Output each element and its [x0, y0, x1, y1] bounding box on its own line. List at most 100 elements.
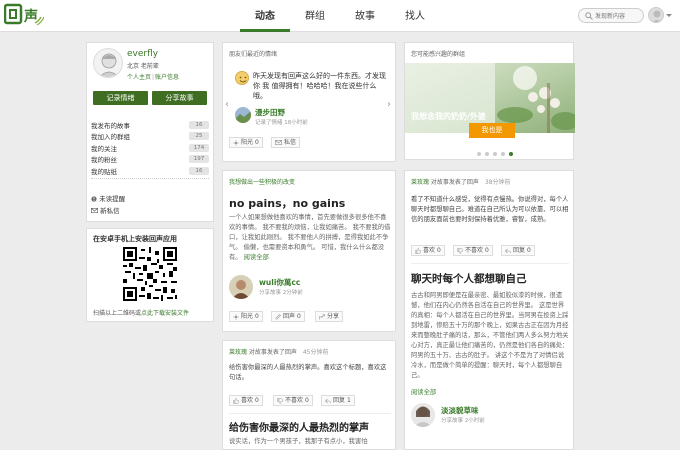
- section-title: 朋友们最近的情绪: [229, 51, 278, 58]
- carousel-dot[interactable]: [501, 152, 505, 156]
- divider: [411, 263, 569, 264]
- profile-avatar[interactable]: [93, 48, 123, 78]
- feed-header: 莱玫瑰 对故事发表了回声 38分钟前: [411, 179, 511, 186]
- dislike-button[interactable]: 不喜欢 0: [273, 395, 313, 406]
- smile-emoji-icon: [235, 71, 249, 85]
- user-avatar[interactable]: [648, 7, 664, 23]
- chat-story-card: 莱玫瑰 对故事发表了回声 38分钟前 看了不知道什么感受，觉得有点慢热。你说得对…: [404, 170, 574, 450]
- author-name[interactable]: 漫步田野: [255, 107, 285, 118]
- account-info-link[interactable]: 账户信息: [155, 74, 179, 81]
- stat-row-stickers[interactable]: 我的贴纸 16: [91, 165, 209, 177]
- qr-code-image: [123, 247, 177, 301]
- author-name[interactable]: 淡淡貌草味: [441, 405, 479, 416]
- pencil-icon: [275, 313, 281, 319]
- profile-stats: 我发布的故事 16 我加入的群组 25 我的关注 174 我的粉丝 197 我的贴纸 16: [91, 119, 209, 177]
- post-title[interactable]: 给伤害你最深的人最热烈的掌声: [229, 419, 369, 434]
- profile-name[interactable]: everfly: [127, 49, 158, 59]
- carousel-dot[interactable]: [485, 152, 489, 156]
- share-button[interactable]: 分享: [315, 311, 344, 322]
- like-button[interactable]: 喜欢 0: [411, 245, 445, 256]
- new-message-link[interactable]: 新私信: [90, 205, 209, 215]
- sun-button[interactable]: 阳光 0: [229, 137, 263, 148]
- share-story-button[interactable]: 分享故事: [152, 91, 207, 105]
- app-download-card: 在安卓手机上安装回声应用 扫描以上二维码或点此下载安装文件: [86, 228, 214, 322]
- read-more-link[interactable]: 阅读全部: [411, 387, 436, 396]
- search-box[interactable]: [578, 8, 644, 23]
- main-nav: 动态 群组 故事 找人: [240, 0, 440, 32]
- carousel-dots: [477, 152, 513, 156]
- stat-row-groups[interactable]: 我加入的群组 25: [91, 131, 209, 143]
- reply-icon: [325, 398, 331, 403]
- post-body: 说实话，作为一个男孩子，我那子有点小，我害怕: [229, 438, 368, 445]
- profile-location: 北京 老前辈: [127, 63, 159, 70]
- post-title[interactable]: no pains，no gains: [229, 195, 345, 211]
- join-group-button[interactable]: 我也是: [469, 123, 515, 138]
- carousel-dot[interactable]: [477, 152, 481, 156]
- thumbs-up-icon: [415, 247, 421, 254]
- post-meta: 分享故事 2小时前: [441, 418, 485, 424]
- chevron-left-icon[interactable]: ‹: [225, 99, 229, 110]
- share-icon: [319, 313, 325, 319]
- private-message-button[interactable]: 私信: [271, 137, 301, 148]
- comment-text: 给伤害你最深的人最热烈的掌声。喜欢这个标题，喜欢这句话。: [229, 364, 387, 381]
- nav-tab-groups[interactable]: 群组: [290, 0, 340, 32]
- record-mood-button[interactable]: 记录情绪: [93, 91, 148, 105]
- reply-button[interactable]: 回复 1: [321, 395, 355, 406]
- feed-header: 莱玫瑰 对故事发表了回声 45分钟前: [229, 349, 329, 356]
- huisheng-logo[interactable]: 声: [3, 3, 45, 27]
- nav-tab-stories[interactable]: 故事: [340, 0, 390, 32]
- dislike-button[interactable]: 不喜欢 0: [453, 245, 493, 256]
- reply-button[interactable]: 回复 0: [501, 245, 535, 256]
- post-body: 一个人如果想做他喜欢的事情，首先要做很多很多他不喜欢的事情。 我不要我的烦恼，让…: [229, 214, 391, 261]
- chevron-right-icon[interactable]: ›: [387, 99, 391, 110]
- nav-tab-find-people[interactable]: 找人: [390, 0, 440, 32]
- sun-button[interactable]: 阳光 0: [229, 311, 263, 322]
- divider: [91, 178, 209, 179]
- chevron-down-icon[interactable]: [666, 14, 672, 17]
- like-button[interactable]: 喜欢 0: [229, 395, 263, 406]
- search-input[interactable]: [595, 11, 641, 21]
- download-link[interactable]: 点此下载安装文件: [141, 310, 189, 317]
- reply-icon: [505, 248, 511, 253]
- sun-icon: [233, 313, 239, 320]
- section-title[interactable]: 我想做出一些积极的改变: [229, 177, 295, 186]
- post-meta: 记录了情绪 18小时前: [255, 120, 308, 126]
- stat-row-stories[interactable]: 我发布的故事 16: [91, 119, 209, 131]
- avatar[interactable]: [411, 403, 435, 427]
- carousel-dot-active[interactable]: [509, 152, 513, 156]
- read-more-link[interactable]: 阅读全部: [244, 254, 269, 261]
- mail-icon: [90, 207, 99, 214]
- story-card: 我想做出一些积极的改变 no pains，no gains 一个人如果想做他喜欢…: [222, 170, 396, 332]
- group-banner-title[interactable]: 我想念我的奶奶/外婆: [411, 111, 486, 122]
- search-icon: [585, 12, 593, 20]
- avatar[interactable]: [235, 107, 251, 123]
- story-echo-card: 莱玫瑰 对故事发表了回声 45分钟前 给伤害你最深的人最热烈的掌声。喜欢这个标题…: [222, 340, 396, 450]
- app-download-caption: 扫描以上二维码或点此下载安装文件: [93, 310, 190, 317]
- carousel-dot[interactable]: [493, 152, 497, 156]
- post-body: 古古和阿男即便是在最亲密、最如胶似漆的时候，很遗憾，他们在内心仍然各自活在自己的…: [411, 292, 569, 379]
- stat-row-following[interactable]: 我的关注 174: [91, 142, 209, 154]
- profile-home-link[interactable]: 个人主页: [127, 74, 151, 81]
- unread-notice-link[interactable]: 未读提醒: [91, 193, 209, 203]
- post-meta: 分享故事 2分钟前: [259, 290, 303, 296]
- alert-icon: [91, 196, 97, 202]
- avatar[interactable]: [229, 275, 253, 299]
- post-title[interactable]: 聊天时每个人都想聊自己: [411, 271, 527, 286]
- author-name[interactable]: wuli你萬cc: [259, 277, 300, 288]
- stat-row-followers[interactable]: 我的粉丝 197: [91, 154, 209, 166]
- section-title: 您可能感兴趣的群组: [411, 51, 466, 58]
- user-link[interactable]: 莱玫瑰: [411, 179, 429, 186]
- profile-links: 个人主页|账户信息: [127, 74, 180, 81]
- comment-text: 看了不知道什么感受，觉得有点慢热。你说得对，每个人聊天时都想聊自己。难道在自己所…: [411, 196, 569, 223]
- group-recommend-card: 您可能感兴趣的群组 我想念我的奶奶/外婆 我也是: [404, 42, 575, 160]
- mood-text: 昨天发现有回声这么好的一件东西。才发现你 我 值得拥有！哈哈哈！我在说些什么哦。: [253, 72, 386, 100]
- thumbs-down-icon: [277, 397, 283, 404]
- divider: [229, 413, 391, 414]
- friends-mood-card: 朋友们最近的情绪 ‹ › 昨天发现有回声这么好的一件东西。才发现你 我 值得拥有…: [222, 42, 396, 162]
- thumbs-up-icon: [233, 397, 239, 404]
- echo-button[interactable]: 回声 0: [271, 311, 305, 322]
- mail-icon: [275, 140, 282, 145]
- thumbs-down-icon: [457, 247, 463, 254]
- user-link[interactable]: 莱玫瑰: [229, 349, 247, 356]
- nav-tab-activity[interactable]: 动态: [240, 0, 290, 32]
